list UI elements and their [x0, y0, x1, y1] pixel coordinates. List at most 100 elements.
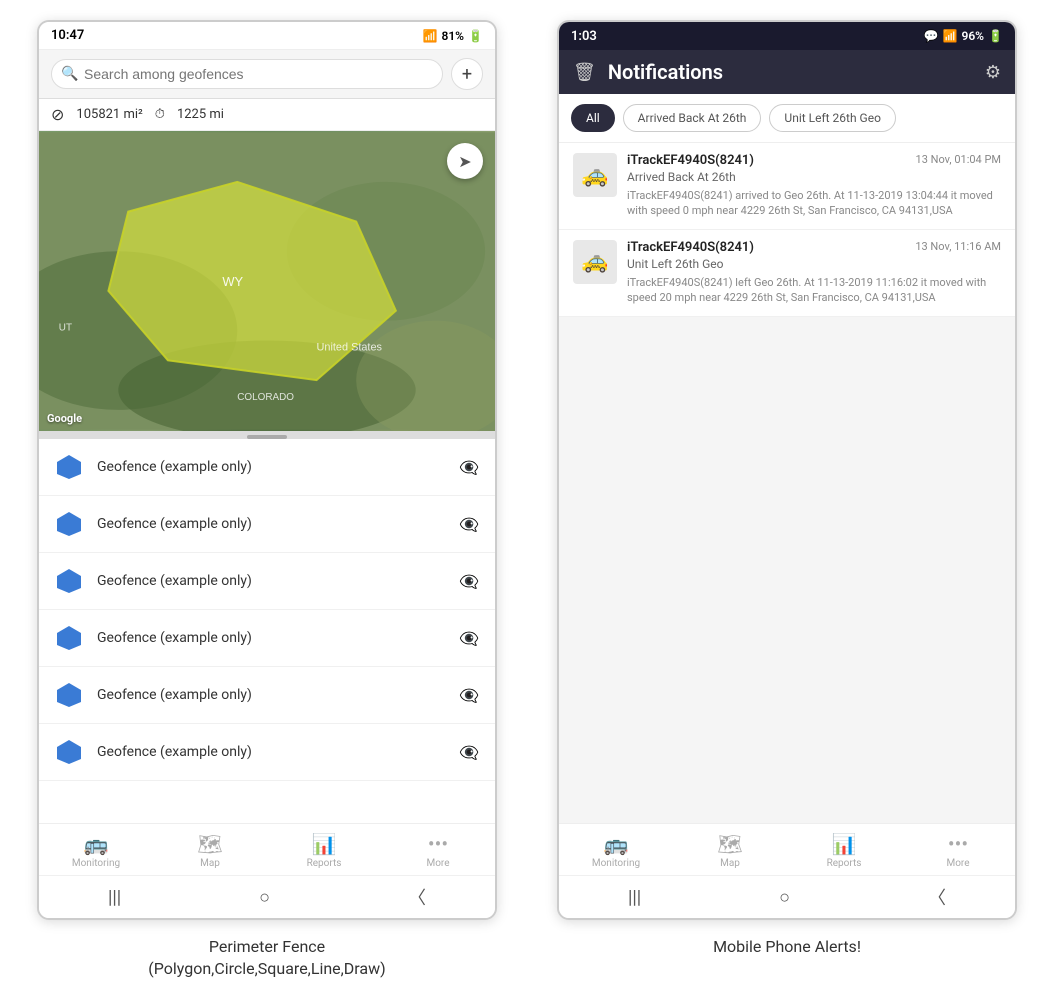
recent-apps-icon[interactable]: ||| — [108, 887, 121, 908]
vehicle-avatar: 🚕 — [573, 240, 617, 284]
nav-map[interactable]: 🗺 Map — [673, 830, 787, 871]
geo-item-name: Geofence (example only) — [97, 516, 445, 532]
distance-stat: 1225 mi — [177, 107, 224, 122]
svg-text:COLORADO: COLORADO — [237, 392, 294, 403]
geo-polygon-icon — [55, 624, 83, 652]
notif-body: iTrackEF4940S(8241) left Geo 26th. At 11… — [627, 275, 1001, 306]
compass-button[interactable]: ➤ — [447, 143, 483, 179]
map-icon: 🗺 — [197, 832, 222, 856]
monitoring-icon: 🚌 — [604, 832, 629, 856]
left-time: 10:47 — [51, 28, 84, 43]
nav-more[interactable]: ••• More — [901, 830, 1015, 871]
geo-item-name: Geofence (example only) — [97, 687, 445, 703]
geo-visibility-icon[interactable]: 👁‍🗨 — [459, 686, 479, 705]
svg-text:United States: United States — [317, 341, 383, 353]
filter-bar: All Arrived Back At 26th Unit Left 26th … — [559, 94, 1015, 143]
nav-monitoring[interactable]: 🚌 Monitoring — [559, 830, 673, 871]
geofence-list[interactable]: Geofence (example only) 👁‍🗨 Geofence (ex… — [39, 439, 495, 823]
nav-reports[interactable]: 📊 Reports — [787, 830, 901, 871]
scroll-indicator — [39, 431, 495, 439]
back-icon[interactable]: 〈 — [928, 884, 946, 910]
notif-body: iTrackEF4940S(8241) arrived to Geo 26th.… — [627, 188, 1001, 219]
monitoring-icon: 🚌 — [84, 832, 109, 856]
reports-label: Reports — [827, 858, 862, 869]
notif-timestamp: 13 Nov, 01:04 PM — [916, 153, 1001, 166]
notification-item[interactable]: 🚕 iTrackEF4940S(8241) 13 Nov, 01:04 PM A… — [559, 143, 1015, 230]
notif-timestamp: 13 Nov, 11:16 AM — [915, 240, 1001, 253]
notifications-header: 🗑 Notifications ⚙ — [559, 50, 1015, 94]
reports-icon: 📊 — [832, 832, 857, 856]
recent-apps-icon[interactable]: ||| — [628, 887, 641, 908]
right-time: 1:03 — [571, 29, 597, 44]
nav-monitoring[interactable]: 🚌 Monitoring — [39, 830, 153, 871]
left-status-bar: 10:47 📶 81% 🔋 — [39, 22, 495, 50]
geofence-polygon-svg: WY United States COLORADO UT — [39, 131, 495, 431]
geo-polygon-icon — [55, 567, 83, 595]
geo-polygon-icon — [55, 738, 83, 766]
geo-item-name: Geofence (example only) — [97, 630, 445, 646]
geo-item-name: Geofence (example only) — [97, 573, 445, 589]
battery-icon: 🔋 — [468, 29, 483, 43]
reports-icon: 📊 — [312, 832, 337, 856]
notif-subtitle: Arrived Back At 26th — [627, 170, 1001, 184]
notif-device-name: iTrackEF4940S(8241) — [627, 240, 754, 255]
search-wrap[interactable]: 🔍 — [51, 59, 443, 89]
add-geofence-button[interactable]: + — [451, 58, 483, 90]
back-icon[interactable]: 〈 — [408, 884, 426, 910]
notification-item[interactable]: 🚕 iTrackEF4940S(8241) 13 Nov, 11:16 AM U… — [559, 230, 1015, 317]
right-status-right: 💬 📶 96% 🔋 — [924, 29, 1003, 43]
settings-icon[interactable]: ⚙ — [985, 62, 1001, 83]
map-label: Map — [200, 858, 220, 869]
android-nav-bar: ||| ○ 〈 — [39, 875, 495, 918]
signal-strength: 81% — [441, 29, 464, 43]
geofence-item[interactable]: Geofence (example only) 👁‍🗨 — [39, 667, 495, 724]
nav-reports[interactable]: 📊 Reports — [267, 830, 381, 871]
car-icon: 🚕 — [581, 163, 608, 188]
map-label: Map — [720, 858, 740, 869]
more-icon: ••• — [428, 832, 448, 856]
geo-polygon-icon — [55, 510, 83, 538]
notification-content: iTrackEF4940S(8241) 13 Nov, 01:04 PM Arr… — [627, 153, 1001, 219]
notifications-list[interactable]: 🚕 iTrackEF4940S(8241) 13 Nov, 01:04 PM A… — [559, 143, 1015, 823]
geo-item-name: Geofence (example only) — [97, 744, 445, 760]
geo-visibility-icon[interactable]: 👁‍🗨 — [459, 572, 479, 591]
notif-subtitle: Unit Left 26th Geo — [627, 257, 1001, 271]
geofence-item[interactable]: Geofence (example only) 👁‍🗨 — [39, 496, 495, 553]
notif-top-row: iTrackEF4940S(8241) 13 Nov, 01:04 PM — [627, 153, 1001, 168]
geofence-item[interactable]: Geofence (example only) 👁‍🗨 — [39, 439, 495, 496]
geo-visibility-icon[interactable]: 👁‍🗨 — [459, 743, 479, 762]
map-background: WY United States COLORADO UT ➤ Google — [39, 131, 495, 431]
left-phone-wrapper: 10:47 📶 81% 🔋 🔍 + ⊘ 105821 mi² ⏱ — [37, 20, 497, 981]
filter-arrived[interactable]: Arrived Back At 26th — [623, 104, 762, 132]
svg-text:UT: UT — [59, 323, 72, 334]
android-nav-bar: ||| ○ 〈 — [559, 875, 1015, 918]
geofence-item[interactable]: Geofence (example only) 👁‍🗨 — [39, 610, 495, 667]
more-icon: ••• — [948, 832, 968, 856]
wifi-icon: 📶 — [423, 29, 438, 43]
geo-visibility-icon[interactable]: 👁‍🗨 — [459, 629, 479, 648]
geo-item-name: Geofence (example only) — [97, 459, 445, 475]
search-bar: 🔍 + — [39, 50, 495, 99]
search-input[interactable] — [51, 59, 443, 89]
wifi-icon: 📶 — [943, 29, 958, 43]
monitoring-label: Monitoring — [72, 858, 120, 869]
geo-visibility-icon[interactable]: 👁‍🗨 — [459, 458, 479, 477]
trash-icon[interactable]: 🗑 — [573, 62, 596, 83]
clock-icon: ⏱ — [155, 107, 165, 122]
home-icon[interactable]: ○ — [779, 887, 790, 908]
filter-left[interactable]: Unit Left 26th Geo — [769, 104, 896, 132]
right-bottom-nav: 🚌 Monitoring 🗺 Map 📊 Reports ••• More — [559, 823, 1015, 875]
map-stats: ⊘ 105821 mi² ⏱ 1225 mi — [39, 99, 495, 131]
hatch-icon: ⊘ — [51, 105, 64, 124]
more-label: More — [426, 858, 449, 869]
nav-more[interactable]: ••• More — [381, 830, 495, 871]
geofence-item[interactable]: Geofence (example only) 👁‍🗨 — [39, 553, 495, 610]
filter-all[interactable]: All — [571, 104, 615, 132]
geofence-item[interactable]: Geofence (example only) 👁‍🗨 — [39, 724, 495, 781]
notification-content: iTrackEF4940S(8241) 13 Nov, 11:16 AM Uni… — [627, 240, 1001, 306]
map-area[interactable]: WY United States COLORADO UT ➤ Google — [39, 131, 495, 431]
geo-visibility-icon[interactable]: 👁‍🗨 — [459, 515, 479, 534]
nav-map[interactable]: 🗺 Map — [153, 830, 267, 871]
right-phone-wrapper: 1:03 💬 📶 96% 🔋 🗑 Notifications ⚙ All Arr… — [557, 20, 1017, 958]
home-icon[interactable]: ○ — [259, 887, 270, 908]
